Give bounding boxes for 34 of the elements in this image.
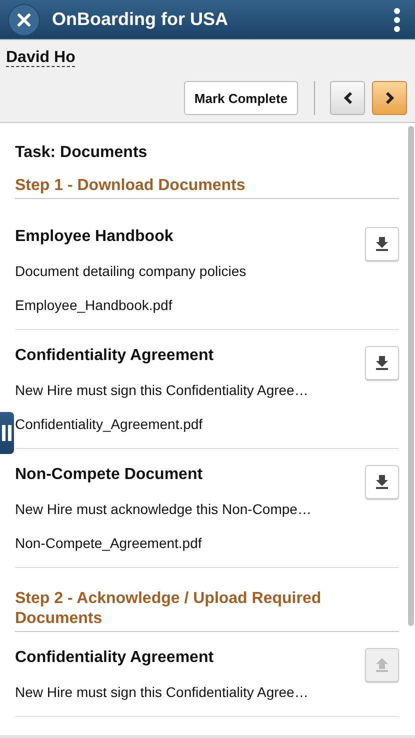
upload-icon [375,658,389,672]
document-title: Confidentiality Agreement [15,346,215,366]
download-button[interactable] [365,346,399,380]
download-icon [375,237,389,251]
side-panel-handle[interactable] [0,412,14,454]
mark-complete-button[interactable]: Mark Complete [184,81,298,115]
document-description: New Hire must sign this Confidentiality Agree… [15,683,310,702]
file-name[interactable]: Employee_Handbook.pdf [15,293,365,317]
file-name[interactable]: Confidentiality_Agreement.pdf [15,412,365,436]
download-icon [375,475,389,489]
file-name[interactable]: Non-Compete_Agreement.pdf [15,531,365,555]
chevron-right-icon [384,91,394,105]
document-description: New Hire must acknowledge this Non-Compe… [15,500,312,519]
document-description: New Hire must sign this Confidentiality Agree… [15,381,310,400]
task-title: Task: Documents [15,143,148,163]
close-icon [17,12,31,26]
scrollbar-thumb[interactable] [408,126,414,626]
pause-icon [2,425,12,441]
document-title: Employee Handbook [15,227,174,247]
step-heading: Step 1 - Download Documents [15,176,246,196]
person-name[interactable]: David Ho [6,49,76,67]
close-button[interactable] [8,4,40,36]
document-title: Non-Compete Document [15,465,204,485]
next-button[interactable] [372,81,407,115]
chevron-left-icon [342,91,352,105]
download-icon [375,356,389,370]
document-description: Document detailing company policies [15,262,248,281]
step-heading: Step 2 - Acknowledge / Upload Required Documents [15,589,322,629]
page-title: OnBoarding for USA [52,9,229,30]
previous-button[interactable] [330,81,365,115]
document-title: Confidentiality Agreement [15,648,215,668]
download-button[interactable] [365,465,399,499]
download-button[interactable] [365,227,399,261]
more-menu-icon[interactable] [393,6,401,32]
